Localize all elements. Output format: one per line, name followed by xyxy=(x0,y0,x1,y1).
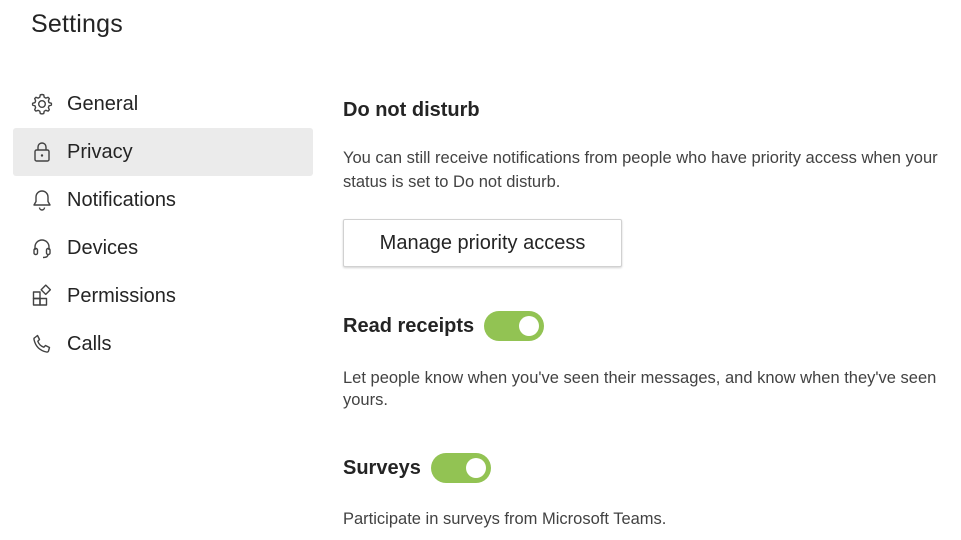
apps-icon xyxy=(30,284,54,308)
read-receipts-row: Read receipts xyxy=(343,311,545,341)
manage-priority-access-button[interactable]: Manage priority access xyxy=(343,219,622,267)
bell-icon xyxy=(30,188,54,212)
sidebar-item-label: General xyxy=(67,92,139,115)
privacy-settings-panel: Do not disturb You can still receive not… xyxy=(343,97,953,528)
lock-icon xyxy=(30,140,54,164)
surveys-row: Surveys xyxy=(343,453,491,483)
page-title: Settings xyxy=(31,10,123,38)
sidebar-item-label: Devices xyxy=(67,236,139,259)
surveys-label: Surveys xyxy=(343,457,421,479)
sidebar-item-notifications[interactable]: Notifications xyxy=(13,176,313,224)
do-not-disturb-description: You can still receive notifications from… xyxy=(343,149,938,191)
toggle-knob xyxy=(465,458,486,478)
phone-icon xyxy=(30,332,54,356)
settings-sidebar: General Privacy Notifications Devices Pe… xyxy=(13,80,313,368)
gear-icon xyxy=(30,92,54,116)
sidebar-item-label: Notifications xyxy=(67,188,176,211)
surveys-description: Participate in surveys from Microsoft Te… xyxy=(343,510,667,528)
toggle-knob xyxy=(519,316,540,336)
settings-page: Settings General Privacy Notifications D… xyxy=(0,0,961,540)
headset-icon xyxy=(30,236,54,260)
read-receipts-label: Read receipts xyxy=(343,315,475,337)
do-not-disturb-heading: Do not disturb xyxy=(343,99,480,121)
read-receipts-description: Let people know when you've seen their m… xyxy=(343,369,937,409)
sidebar-item-devices[interactable]: Devices xyxy=(13,224,313,272)
sidebar-item-label: Privacy xyxy=(67,140,133,163)
sidebar-item-permissions[interactable]: Permissions xyxy=(13,272,313,320)
sidebar-item-calls[interactable]: Calls xyxy=(13,320,313,368)
surveys-toggle[interactable] xyxy=(430,453,491,483)
sidebar-item-label: Permissions xyxy=(67,284,176,307)
read-receipts-toggle[interactable] xyxy=(484,311,545,341)
sidebar-item-label: Calls xyxy=(67,332,112,355)
sidebar-item-privacy[interactable]: Privacy xyxy=(13,128,313,176)
sidebar-item-general[interactable]: General xyxy=(13,80,313,128)
